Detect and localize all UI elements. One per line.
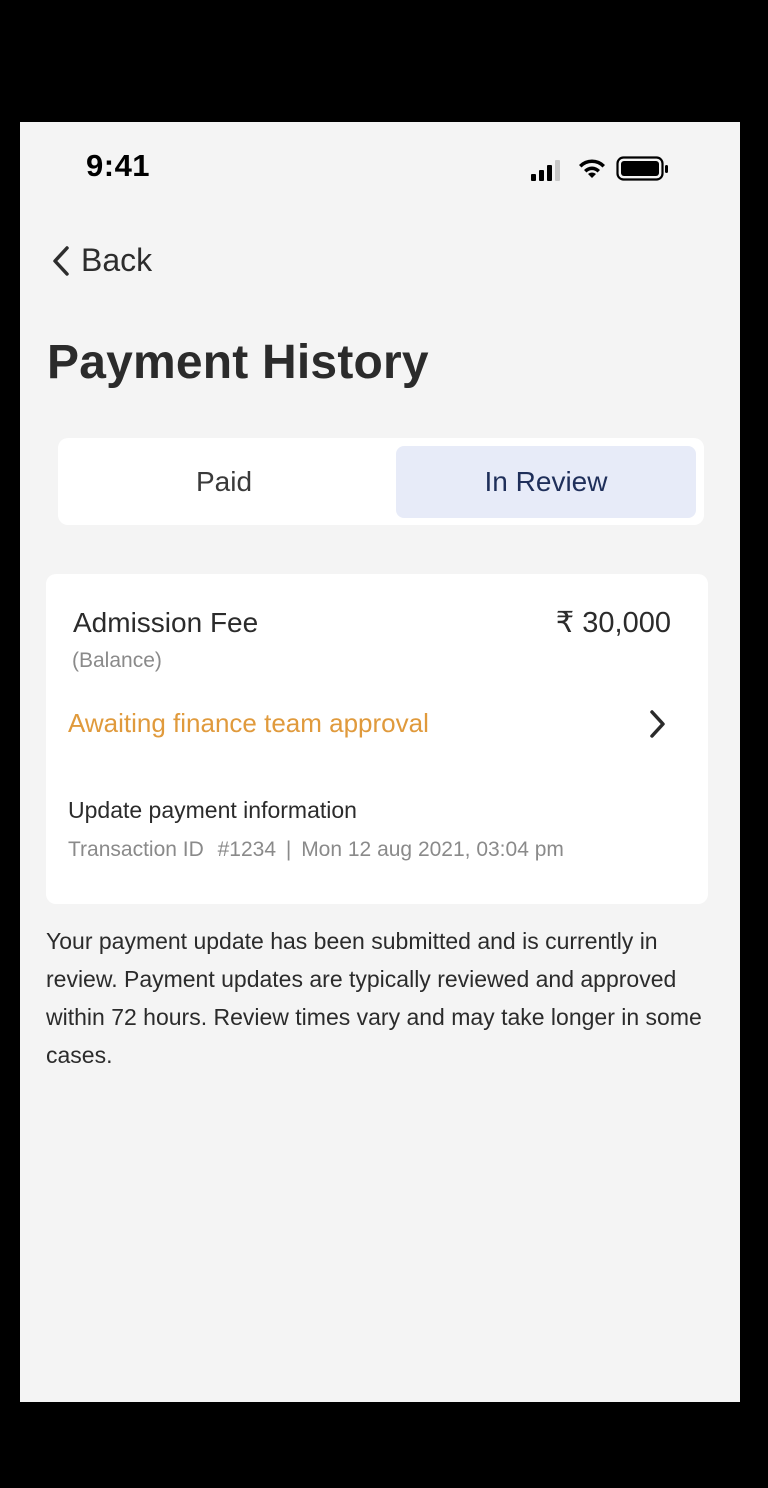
transaction-datetime: Mon 12 aug 2021, 03:04 pm [301, 838, 564, 861]
transaction-label: Transaction ID [68, 838, 204, 861]
chevron-right-icon [650, 710, 665, 738]
wifi-icon [579, 159, 605, 178]
cellular-signal-icon [531, 160, 560, 181]
back-button[interactable]: Back [50, 242, 152, 279]
battery-icon [616, 156, 668, 181]
review-description: Your payment update has been submitted a… [46, 928, 702, 1068]
phone-screen: 9:41 Back Payment History Paid In Review… [20, 122, 740, 1402]
approval-status: Awaiting finance team approval [68, 707, 429, 738]
fee-subtitle: (Balance) [72, 649, 162, 672]
payment-card: Admission Fee ₹ 30,000 (Balance) Awaitin… [46, 574, 708, 904]
back-label: Back [81, 242, 153, 278]
tab-bar: Paid In Review [58, 438, 704, 525]
transaction-id: #1234 [217, 838, 277, 861]
approval-status-row[interactable]: Awaiting finance team approval [68, 698, 668, 748]
transaction-info: Transaction ID #1234 | Mon 12 aug 2021, … [68, 838, 564, 862]
fee-title: Admission Fee [73, 607, 259, 638]
fee-amount: ₹ 30,000 [555, 607, 671, 639]
tab-paid[interactable]: Paid [66, 446, 382, 518]
transaction-separator: | [285, 838, 292, 861]
tab-in-review[interactable]: In Review [396, 446, 696, 518]
page-title: Payment History [47, 336, 429, 389]
chevron-left-icon [50, 244, 72, 278]
update-payment-title: Update payment information [68, 797, 357, 823]
status-time: 9:41 [86, 148, 151, 183]
